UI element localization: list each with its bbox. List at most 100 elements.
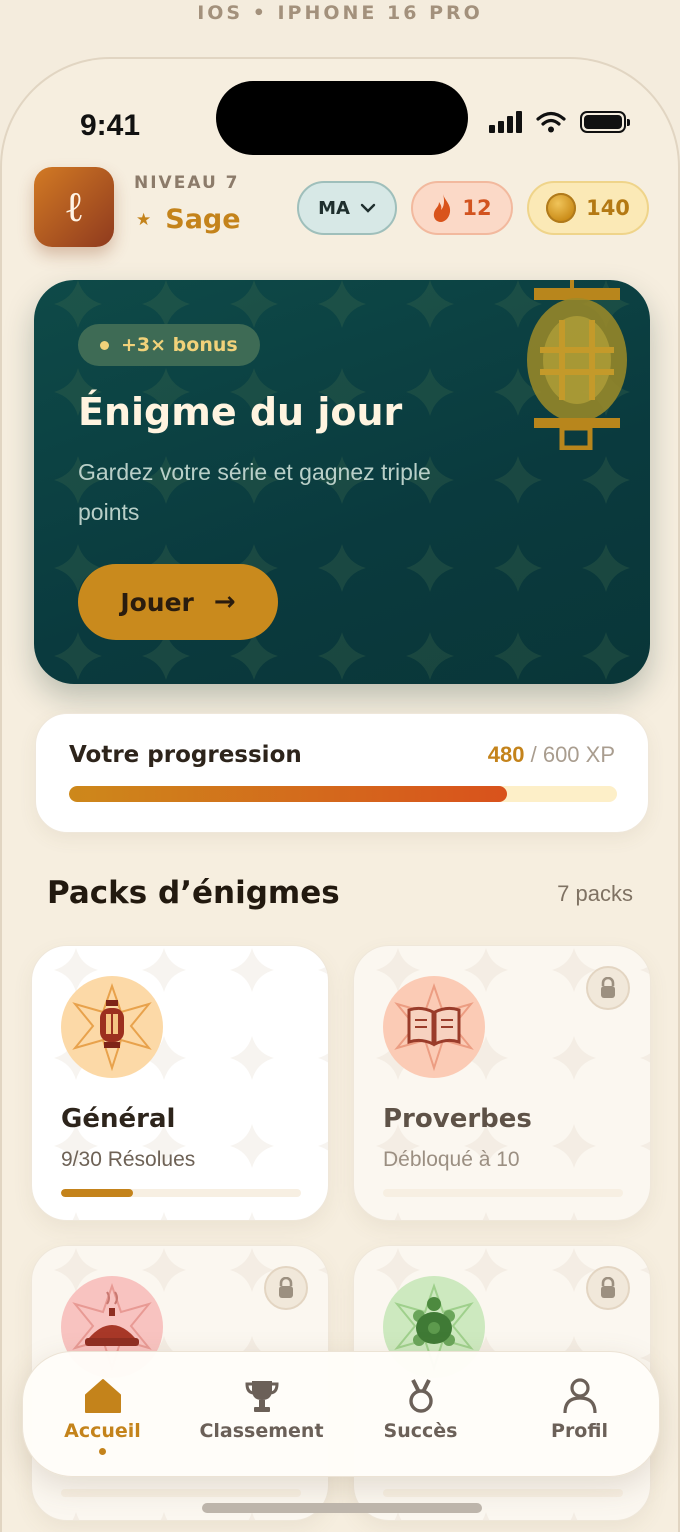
play-label: Jouer xyxy=(120,587,194,617)
signal-icon xyxy=(489,111,522,133)
pattern-star xyxy=(230,1124,274,1168)
user-icon xyxy=(562,1378,597,1414)
pattern-star xyxy=(318,1265,328,1275)
pattern-star xyxy=(552,1036,596,1080)
pack-status: 9/30 Résolues xyxy=(61,1148,196,1171)
pattern-star xyxy=(318,1212,329,1221)
bonus-badge: +3× bonus xyxy=(78,324,260,366)
pattern-star xyxy=(582,632,630,680)
pattern-star xyxy=(230,948,274,992)
chevron-down-icon xyxy=(360,203,376,213)
trophy-icon xyxy=(244,1381,279,1412)
tab-accueil[interactable]: Accueil xyxy=(23,1352,182,1476)
pattern-star xyxy=(406,544,454,592)
tab-succes[interactable]: Succès xyxy=(341,1352,500,1476)
coins-count: 140 xyxy=(586,196,630,220)
pattern-star xyxy=(160,1512,168,1520)
pattern-star xyxy=(394,1212,402,1220)
pattern-star xyxy=(406,368,454,416)
coin-icon xyxy=(546,193,577,223)
pattern-star xyxy=(318,965,328,975)
phone-screen: 9:41 ℓ NIVEAU 7 ★ Sage MA 12 140 +3× bon… xyxy=(0,57,680,1532)
pack-progress-fill xyxy=(61,1189,133,1197)
pattern-star xyxy=(640,1265,650,1275)
tab-profil[interactable]: Profil xyxy=(500,1352,659,1476)
pack-card-general[interactable]: Général 9/30 Résolues xyxy=(31,945,329,1221)
section-count: 7 packs xyxy=(557,881,633,906)
progress-bar xyxy=(69,786,617,802)
bonus-label: +3× bonus xyxy=(121,334,238,356)
pattern-star xyxy=(640,1512,651,1521)
pattern-star xyxy=(72,1512,80,1520)
progress-total: 600 XP xyxy=(542,742,615,767)
progress-fill xyxy=(69,786,508,802)
hero-title: Énigme du jour xyxy=(78,390,403,434)
tab-label: Succès xyxy=(383,1420,458,1442)
level-label: NIVEAU 7 xyxy=(134,173,240,193)
pattern-star xyxy=(248,1512,256,1520)
progress-title: Votre progression xyxy=(69,742,302,768)
bonus-dot xyxy=(100,340,109,350)
section-title: Packs d’énigmes xyxy=(47,875,340,911)
pattern-star xyxy=(318,1053,328,1063)
pattern-star xyxy=(160,1212,168,1220)
progress-value: 480 / 600 XP xyxy=(488,742,615,768)
tab-bar: Accueil Classement Succès Profil xyxy=(22,1351,660,1477)
pattern-star xyxy=(640,1053,650,1063)
home-icon xyxy=(84,1379,121,1413)
pattern-star xyxy=(394,1512,402,1520)
medal-icon xyxy=(408,1379,433,1413)
pattern-star xyxy=(640,1212,651,1221)
pattern-star xyxy=(640,1141,650,1151)
flame-icon xyxy=(434,194,451,222)
battery-icon xyxy=(580,111,630,133)
pattern-star xyxy=(318,280,366,328)
pattern-star xyxy=(142,280,190,328)
daily-riddle-card[interactable]: +3× bonus Énigme du jour Gardez votre sé… xyxy=(34,280,650,684)
hero-subtitle: Gardez votre série et gagnez triple poin… xyxy=(78,459,431,525)
pattern-star xyxy=(318,1512,329,1521)
pack-name: Proverbes xyxy=(383,1104,532,1134)
book-icon xyxy=(383,976,485,1078)
pattern-star xyxy=(54,280,102,328)
progress-current: 480 xyxy=(487,742,525,767)
pattern-star xyxy=(582,456,630,504)
pattern-star xyxy=(54,632,102,680)
lantern-icon xyxy=(527,280,627,450)
pattern-star xyxy=(482,1512,490,1520)
tab-label: Accueil xyxy=(64,1420,141,1442)
tab-label: Profil xyxy=(551,1420,608,1442)
device-caption: IOS • IPHONE 16 PRO xyxy=(197,2,483,24)
play-button[interactable]: Jouer → xyxy=(78,564,278,640)
dynamic-island xyxy=(216,81,468,155)
pattern-star xyxy=(230,280,278,328)
pattern-star xyxy=(248,1212,256,1220)
rank: ★ Sage xyxy=(136,204,241,235)
pack-progress-bar xyxy=(383,1189,623,1197)
pattern-star xyxy=(494,632,542,680)
pack-progress-bar xyxy=(61,1489,301,1497)
pack-name: Général xyxy=(61,1104,176,1134)
pattern-star xyxy=(72,1212,80,1220)
star-icon: ★ xyxy=(136,209,152,230)
progress-card: Votre progression 480 / 600 XP xyxy=(35,713,649,833)
pattern-star xyxy=(318,1141,328,1151)
coins-badge[interactable]: 140 xyxy=(527,181,649,235)
pattern-star xyxy=(494,456,542,504)
tab-classement[interactable]: Classement xyxy=(182,1352,341,1476)
avatar[interactable]: ℓ xyxy=(34,167,114,247)
pattern-star xyxy=(494,544,542,592)
active-indicator xyxy=(99,1448,106,1455)
pattern-star xyxy=(482,1212,490,1220)
language-selector[interactable]: MA xyxy=(297,181,397,235)
pack-status: Débloqué à 10 xyxy=(383,1148,520,1171)
home-indicator xyxy=(202,1503,482,1513)
tab-label: Classement xyxy=(199,1420,324,1442)
language-code: MA xyxy=(318,197,350,219)
progress-separator: / xyxy=(524,742,543,767)
lock-icon xyxy=(264,1266,308,1310)
pack-card-proverbes[interactable]: Proverbes Débloqué à 10 xyxy=(353,945,651,1221)
pack-progress-bar xyxy=(61,1189,301,1197)
pattern-star xyxy=(570,1212,578,1220)
streak-badge[interactable]: 12 xyxy=(411,181,513,235)
